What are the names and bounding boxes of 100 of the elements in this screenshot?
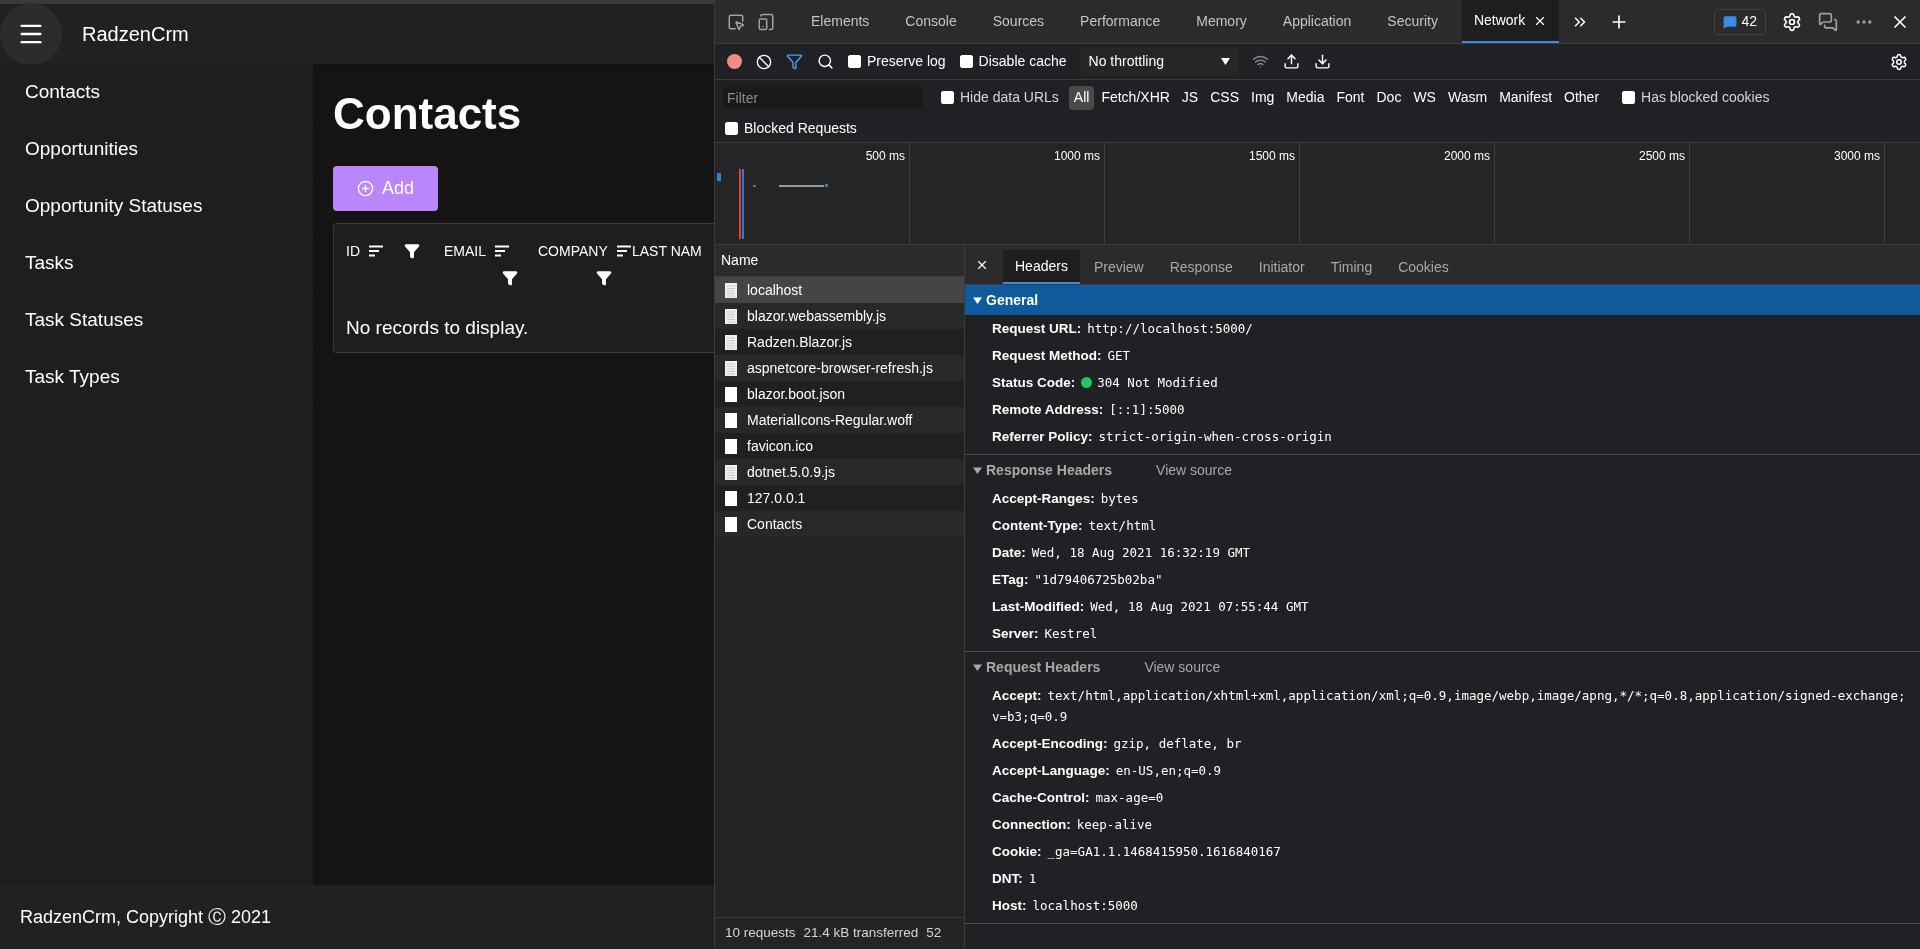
search-icon[interactable]: [817, 53, 834, 70]
request-row[interactable]: favicon.ico: [715, 433, 964, 459]
devtools-tab[interactable]: Elements: [799, 0, 882, 43]
record-icon[interactable]: [727, 54, 742, 69]
type-filter-button[interactable]: Manifest: [1494, 85, 1558, 110]
detail-tab[interactable]: Response: [1157, 250, 1245, 284]
sort-icon[interactable]: [615, 245, 632, 257]
section-header[interactable]: Response Headers View source: [965, 455, 1920, 485]
request-row[interactable]: dotnet.5.0.9.js: [715, 459, 964, 485]
header-row-text: Request URL: http://localhost:5000/: [991, 320, 1254, 338]
empty-message: No records to display.: [346, 316, 530, 340]
column-header[interactable]: EMAIL: [444, 240, 486, 262]
devtools-tab[interactable]: Memory: [1184, 0, 1259, 43]
type-filter-button[interactable]: JS: [1176, 85, 1204, 110]
settings-icon[interactable]: [1782, 11, 1802, 32]
file-icon: [725, 516, 737, 532]
nav-item[interactable]: Opportunities: [0, 121, 313, 178]
sort-icon[interactable]: [368, 245, 384, 257]
view-source-link[interactable]: View source: [1144, 656, 1221, 678]
checkbox[interactable]: [959, 55, 973, 68]
devtools-tab[interactable]: Network: [1461, 0, 1560, 43]
request-row[interactable]: MaterialIcons-Regular.woff: [715, 407, 964, 433]
file-icon: [725, 490, 737, 506]
timeline-tick-label: 1000 ms: [1053, 148, 1100, 163]
header-row-text: Accept-Ranges: bytes: [991, 490, 1140, 508]
header-row-text: Request Method: GET: [991, 347, 1132, 365]
detail-tab[interactable]: Cookies: [1386, 250, 1461, 284]
header-row-text: Accept: text/html,application/xhtml+xml,application/xml;q=0.9,image/webp,image/apng,*/*;q=0.8,application/signed-exchange;v=b3;q=0.9: [991, 687, 1907, 726]
device-icon[interactable]: [757, 12, 775, 31]
devtools-tab[interactable]: Sources: [980, 0, 1057, 43]
nav-item[interactable]: Opportunity Statuses: [0, 178, 313, 235]
checkbox[interactable]: [941, 91, 954, 104]
checkbox-label: Has blocked cookies: [1641, 88, 1770, 107]
column-header[interactable]: COMPANY: [538, 240, 608, 262]
throttling-select[interactable]: No throttling: [1080, 47, 1238, 76]
detail-tab[interactable]: Initiator: [1246, 250, 1317, 284]
column-header[interactable]: LAST NAM: [632, 240, 702, 262]
detail-tab[interactable]: Preview: [1081, 250, 1156, 284]
request-row[interactable]: Contacts: [715, 511, 964, 537]
request-row[interactable]: Radzen.Blazor.js: [715, 329, 964, 355]
download-icon[interactable]: [1313, 53, 1331, 70]
column-header[interactable]: ID: [346, 240, 360, 262]
sort-icon[interactable]: [494, 245, 510, 257]
request-row[interactable]: 127.0.0.1: [715, 485, 964, 511]
expand-arrow-icon[interactable]: [973, 465, 982, 475]
nav-item[interactable]: Contacts: [0, 64, 313, 121]
upload-icon[interactable]: [1282, 53, 1300, 70]
page-title: Contacts: [333, 92, 523, 136]
nav-item[interactable]: Task Statuses: [0, 292, 313, 349]
wifi-icon[interactable]: [1251, 53, 1269, 70]
header-row-text: Accept-Language: en-US,en;q=0.9: [991, 762, 1223, 780]
type-filter-button[interactable]: CSS: [1205, 85, 1244, 110]
devtools-tab[interactable]: Application: [1270, 0, 1364, 43]
filter-field[interactable]: Filter: [723, 86, 923, 109]
section-header[interactable]: Request Headers View source: [965, 652, 1920, 682]
checkbox[interactable]: [725, 122, 738, 135]
message-icon: [1723, 14, 1738, 29]
nav-item[interactable]: Tasks: [0, 235, 313, 292]
nav-item[interactable]: Task Types: [0, 349, 313, 406]
type-filter-button[interactable]: Img: [1246, 85, 1280, 110]
timeline-tick-label: 1500 ms: [1248, 148, 1295, 163]
timeline-tick-label: 3000 ms: [1833, 148, 1880, 163]
feedback-icon[interactable]: [1818, 11, 1838, 32]
document-icon: [725, 308, 737, 324]
filter-icon[interactable]: [786, 53, 803, 70]
type-filter-button[interactable]: Wasm: [1442, 85, 1493, 110]
devtools-tab[interactable]: Security: [1375, 0, 1450, 43]
header-row-text: DNT: 1: [991, 870, 1038, 888]
header-row-text: Cookie: _ga=GA1.1.1468415950.1616840167: [991, 843, 1282, 861]
devtools-tab[interactable]: Console: [893, 0, 969, 43]
header-row-text: Status Code: 304 Not Modified: [991, 374, 1219, 392]
type-filter-button[interactable]: Font: [1331, 85, 1370, 110]
view-source-link[interactable]: View source: [1156, 459, 1233, 481]
section-header[interactable]: General: [965, 285, 1920, 315]
checkbox[interactable]: [1622, 91, 1636, 104]
type-filter-button[interactable]: Media: [1281, 85, 1330, 110]
status-text: 10 requests: [725, 924, 796, 943]
type-filter-button[interactable]: WS: [1408, 85, 1441, 110]
column-header[interactable]: Name: [715, 245, 964, 277]
type-filter-button[interactable]: Doc: [1371, 85, 1407, 110]
checkbox[interactable]: [848, 55, 861, 68]
type-filter-button[interactable]: Other: [1559, 85, 1605, 110]
devtools-tab[interactable]: Performance: [1068, 0, 1173, 43]
header-row-text: Host: localhost:5000: [991, 897, 1139, 915]
expand-arrow-icon[interactable]: [973, 662, 982, 672]
request-row[interactable]: aspnetcore-browser-refresh.js: [715, 355, 964, 381]
type-filter-button[interactable]: All: [1068, 85, 1095, 110]
expand-arrow-icon[interactable]: [973, 295, 982, 305]
request-row[interactable]: blazor.webassembly.js: [715, 303, 964, 329]
header-row-text: Accept-Encoding: gzip, deflate, br: [991, 735, 1243, 753]
detail-tab[interactable]: Timing: [1318, 250, 1385, 284]
settings-icon[interactable]: [1890, 52, 1908, 71]
request-row[interactable]: localhost: [715, 277, 964, 303]
detail-tab[interactable]: Headers: [1003, 250, 1080, 284]
header-row-text: Server: Kestrel: [991, 625, 1099, 643]
clear-icon[interactable]: [756, 53, 772, 70]
request-row[interactable]: blazor.boot.json: [715, 381, 964, 407]
inspect-icon[interactable]: [727, 12, 745, 31]
issues-button[interactable]: 42: [1714, 8, 1766, 35]
type-filter-button[interactable]: Fetch/XHR: [1096, 85, 1175, 110]
